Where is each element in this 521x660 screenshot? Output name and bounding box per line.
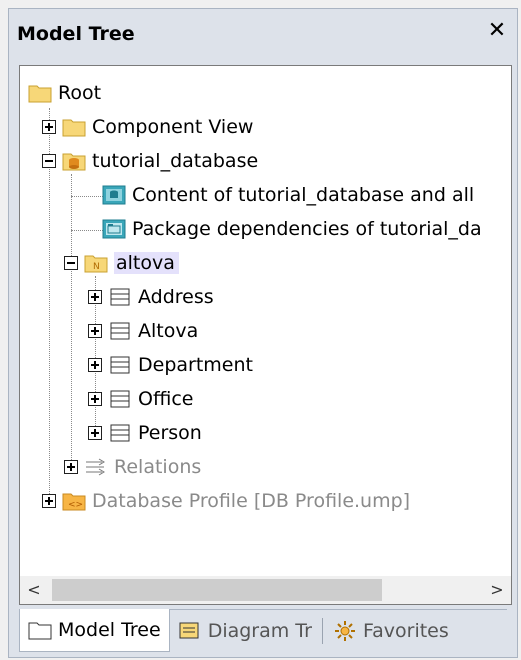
folder-icon xyxy=(28,622,52,640)
profile-folder-icon: <> xyxy=(62,493,86,511)
tree-node-label: Package dependencies of tutorial_da xyxy=(132,218,482,240)
scroll-left-icon[interactable]: < xyxy=(20,576,48,604)
tree-node-table[interactable]: Department xyxy=(88,350,253,380)
panel-title: Model Tree xyxy=(17,23,135,45)
tree-node-label: Department xyxy=(138,354,253,376)
expand-icon[interactable] xyxy=(42,494,56,508)
database-diagram-icon xyxy=(102,185,126,205)
relations-icon xyxy=(86,458,105,476)
tree-node-altova[interactable]: N altova xyxy=(64,248,179,278)
tree-connector xyxy=(71,230,103,231)
tree-node-label: Office xyxy=(138,388,194,410)
tab-diagram-tree[interactable]: Diagram Tr xyxy=(170,610,320,652)
panel-tabs: Model Tree Diagram Tr Favorites xyxy=(19,609,507,652)
tree-node-tutorial-database[interactable]: tutorial_database xyxy=(42,146,258,176)
tree-connector xyxy=(71,174,72,460)
tab-favorites[interactable]: Favorites xyxy=(325,610,457,652)
tree-node-label: Person xyxy=(138,422,202,444)
tree-node-label: Content of tutorial_database and all xyxy=(132,184,475,206)
tree-node-label: Altova xyxy=(138,320,199,342)
tree-node-label: Relations xyxy=(114,456,202,478)
tab-label: Model Tree xyxy=(58,619,161,641)
tree-node-table[interactable]: Altova xyxy=(88,316,198,346)
tree-connector xyxy=(71,196,103,197)
tree-node-label: Component View xyxy=(92,116,254,138)
svg-text:<>: <> xyxy=(68,500,83,510)
table-icon xyxy=(110,424,130,442)
tree-node-table[interactable]: Office xyxy=(88,384,193,414)
horizontal-scrollbar[interactable]: < > xyxy=(20,576,511,604)
tree-node-label: altova xyxy=(114,252,179,274)
tab-label: Favorites xyxy=(362,620,449,642)
panel-titlebar: Model Tree ✕ xyxy=(9,9,517,59)
tree-view[interactable]: Root Component View tutorial_database Co… xyxy=(19,65,512,605)
expand-icon[interactable] xyxy=(42,120,56,134)
folder-icon xyxy=(62,119,86,137)
tree-node-label: Database Profile [DB Profile.ump] xyxy=(92,490,411,512)
package-diagram-icon xyxy=(102,219,126,239)
favorites-icon xyxy=(334,621,355,641)
collapse-icon[interactable] xyxy=(42,154,56,168)
tab-label: Diagram Tr xyxy=(207,620,312,642)
expand-icon[interactable] xyxy=(88,324,102,338)
tree-node-label: Root xyxy=(58,82,102,104)
tree-node-label: tutorial_database xyxy=(92,150,259,172)
tree-node-relations[interactable]: Relations xyxy=(64,452,201,482)
tree-node-table[interactable]: Person xyxy=(88,418,202,448)
close-icon[interactable]: ✕ xyxy=(485,19,509,43)
svg-text:N: N xyxy=(93,262,100,272)
tree-node-database-profile[interactable]: <> Database Profile [DB Profile.ump] xyxy=(42,486,410,516)
table-icon xyxy=(110,322,130,340)
scroll-thumb[interactable] xyxy=(52,579,382,601)
tree-node-root[interactable]: Root xyxy=(28,78,101,108)
model-tree-panel: Model Tree ✕ Root Component View tutoria… xyxy=(8,8,518,658)
tree-node-label: Address xyxy=(138,286,214,308)
expand-icon[interactable] xyxy=(88,392,102,406)
scroll-right-icon[interactable]: > xyxy=(483,576,511,604)
database-package-icon xyxy=(62,153,86,171)
table-icon xyxy=(110,356,130,374)
tree-node-content-diagram[interactable]: Content of tutorial_database and all xyxy=(102,180,474,210)
collapse-icon[interactable] xyxy=(64,256,78,270)
folder-icon xyxy=(28,85,52,103)
tree-node-package-dependencies[interactable]: Package dependencies of tutorial_da xyxy=(102,214,482,244)
tree-node-component-view[interactable]: Component View xyxy=(42,112,253,142)
tab-model-tree[interactable]: Model Tree xyxy=(19,609,170,652)
table-icon xyxy=(110,390,130,408)
expand-icon[interactable] xyxy=(88,290,102,304)
expand-icon[interactable] xyxy=(64,460,78,474)
expand-icon[interactable] xyxy=(88,358,102,372)
tree-node-table[interactable]: Address xyxy=(88,282,214,312)
table-icon xyxy=(110,288,130,306)
diagram-tree-icon xyxy=(179,622,199,639)
expand-icon[interactable] xyxy=(88,426,102,440)
namespace-folder-icon: N xyxy=(84,255,108,273)
tab-separator xyxy=(321,618,323,644)
